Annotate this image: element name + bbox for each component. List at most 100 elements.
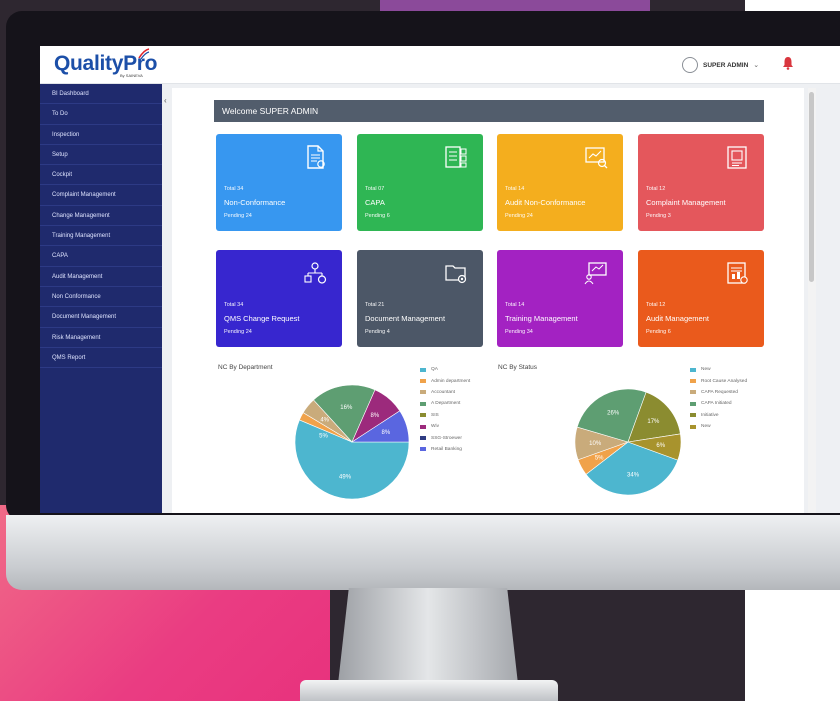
legend-item[interactable]: Admin department (420, 375, 470, 386)
sidebar-item-risk-management[interactable]: Risk Management (40, 328, 162, 348)
sidebar-item-training-management[interactable]: Training Management (40, 226, 162, 247)
legend-swatch (690, 367, 696, 372)
legend-label: QA (431, 367, 438, 373)
card-title: Audit Management (646, 314, 709, 323)
legend-item[interactable]: CAPA Requested (690, 387, 747, 398)
card-pending: Pending 6 (646, 329, 671, 335)
card-pending: Pending 34 (505, 329, 533, 335)
audit-icon (585, 147, 608, 169)
scrollbar[interactable] (808, 88, 816, 513)
legend-item[interactable]: SIS (420, 410, 470, 421)
legend-swatch (420, 436, 426, 441)
org-chart-icon (304, 262, 327, 284)
sidebar-item-change-management[interactable]: Change Management (40, 206, 162, 227)
card-pending: Pending 24 (505, 213, 533, 219)
pie-slice-label: 8% (371, 413, 380, 419)
legend-label: CAPA Initiated (701, 401, 732, 407)
pie-slice-label: 10% (589, 441, 602, 447)
pie-chart-nc-by-department: 49% 4% 16% 8% 8% 5% (294, 384, 410, 500)
pie-slice-label: 4% (320, 418, 329, 424)
legend-item[interactable]: A Department (420, 398, 470, 409)
card-qms-change-request[interactable]: Total 34 QMS Change Request Pending 24 (216, 250, 342, 347)
card-capa[interactable]: Total 07 CAPA Pending 6 (357, 134, 483, 231)
checklist-icon (445, 146, 467, 168)
card-pending: Pending 24 (224, 329, 252, 335)
sidebar-item-cockpit[interactable]: Cockpit (40, 165, 162, 186)
legend-item[interactable]: Initiative (690, 410, 747, 421)
legend-swatch (690, 379, 696, 384)
card-title: Training Management (505, 314, 578, 323)
legend-swatch (420, 367, 426, 372)
card-complaint-management[interactable]: Total 12 Complaint Management Pending 3 (638, 134, 764, 231)
sidebar-collapse-icon[interactable]: ‹ (164, 96, 167, 105)
pie-chart-nc-by-status: 34% 5% 10% 26% 17% 6% (574, 388, 682, 496)
legend-item[interactable]: QA (420, 364, 470, 375)
legend-label: New (701, 424, 711, 430)
legend-label: SSG-Stroewer (431, 435, 462, 441)
pie-slice-label: 5% (319, 433, 328, 439)
monitor-chin (6, 515, 840, 590)
card-title: Complaint Management (646, 198, 726, 207)
chart-title-nc-by-department: NC By Department (218, 364, 273, 371)
legend-label: CAPA Requested (701, 389, 738, 395)
legend-swatch (420, 401, 426, 406)
legend-swatch (690, 424, 696, 429)
sidebar-item-bi-dashboard[interactable]: BI Dashboard (40, 84, 162, 105)
legend-swatch (690, 413, 696, 418)
legend-item[interactable]: Retail Banking (420, 444, 470, 455)
card-audit-management[interactable]: Total 12 Audit Management Pending 6 (638, 250, 764, 347)
legend-label: Admin department (431, 378, 471, 384)
legend-swatch (420, 424, 426, 429)
card-total: Total 12 (646, 186, 666, 192)
card-training-management[interactable]: Total 14 Training Management Pending 34 (497, 250, 623, 347)
card-total: Total 14 (505, 302, 525, 308)
legend-item[interactable]: CAPA Initiated (690, 398, 747, 409)
bell-icon[interactable] (782, 56, 794, 70)
monitor-stand (338, 588, 518, 684)
sidebar-item-capa[interactable]: CAPA (40, 246, 162, 267)
sidebar-item-document-management[interactable]: Document Management (40, 307, 162, 328)
sidebar-item-audit-management[interactable]: Audit Management (40, 267, 162, 287)
pie-slice-label: 8% (382, 430, 391, 436)
scrollbar-thumb[interactable] (809, 92, 814, 282)
app-screen: QualityPro By SAINEVA SUPER ADMIN ⌄ BI D… (40, 46, 840, 513)
sidebar-item-complaint-management[interactable]: Complaint Management (40, 185, 162, 206)
top-bar: QualityPro By SAINEVA SUPER ADMIN ⌄ (40, 46, 840, 84)
brand-subtitle: By SAINEVA (120, 73, 143, 78)
card-non-conformance[interactable]: Total 34 Non-Conformance Pending 24 (216, 134, 342, 231)
sidebar-item-non-conformance[interactable]: Non Conformance (40, 287, 162, 308)
card-document-management[interactable]: Total 21 Document Management Pending 4 (357, 250, 483, 347)
card-title: Audit Non-Conformance (505, 198, 586, 207)
folder-gear-icon (445, 265, 467, 284)
monitor-base (300, 680, 558, 701)
card-total: Total 34 (224, 302, 244, 308)
sidebar-item-setup[interactable]: Setup (40, 145, 162, 166)
legend-item[interactable]: New (690, 421, 747, 432)
clipboard-icon (727, 146, 747, 169)
legend-swatch (420, 390, 426, 395)
legend-item[interactable]: Wiv (420, 421, 470, 432)
legend-item[interactable]: New (690, 364, 747, 375)
legend-item[interactable]: Accountant (420, 387, 470, 398)
card-audit-non-conformance[interactable]: Total 14 Audit Non-Conformance Pending 2… (497, 134, 623, 231)
user-menu[interactable]: SUPER ADMIN ⌄ (682, 56, 759, 74)
pie-slice-label: 17% (647, 419, 660, 425)
card-pending: Pending 3 (646, 213, 671, 219)
sidebar: BI Dashboard To Do Inspection Setup Cock… (40, 84, 162, 513)
legend-label: Accountant (431, 389, 456, 395)
legend-item[interactable]: SSG-Stroewer (420, 432, 470, 443)
card-total: Total 34 (224, 186, 244, 192)
sidebar-item-qms-report[interactable]: QMS Report (40, 348, 162, 369)
report-icon (727, 262, 748, 284)
sidebar-item-to-do[interactable]: To Do (40, 104, 162, 125)
user-avatar-icon (682, 57, 698, 73)
card-title: Document Management (365, 314, 446, 323)
card-pending: Pending 6 (365, 213, 390, 219)
pie-slice-label: 16% (340, 405, 353, 411)
card-total: Total 07 (365, 186, 385, 192)
legend-item[interactable]: Root Cause Analysed (690, 375, 747, 386)
main-content: Welcome SUPER ADMIN Total 34 Non-Conform… (172, 88, 804, 513)
sidebar-item-inspection[interactable]: Inspection (40, 125, 162, 145)
pie-slice-label: 34% (627, 472, 640, 478)
presentation-icon (584, 262, 607, 285)
